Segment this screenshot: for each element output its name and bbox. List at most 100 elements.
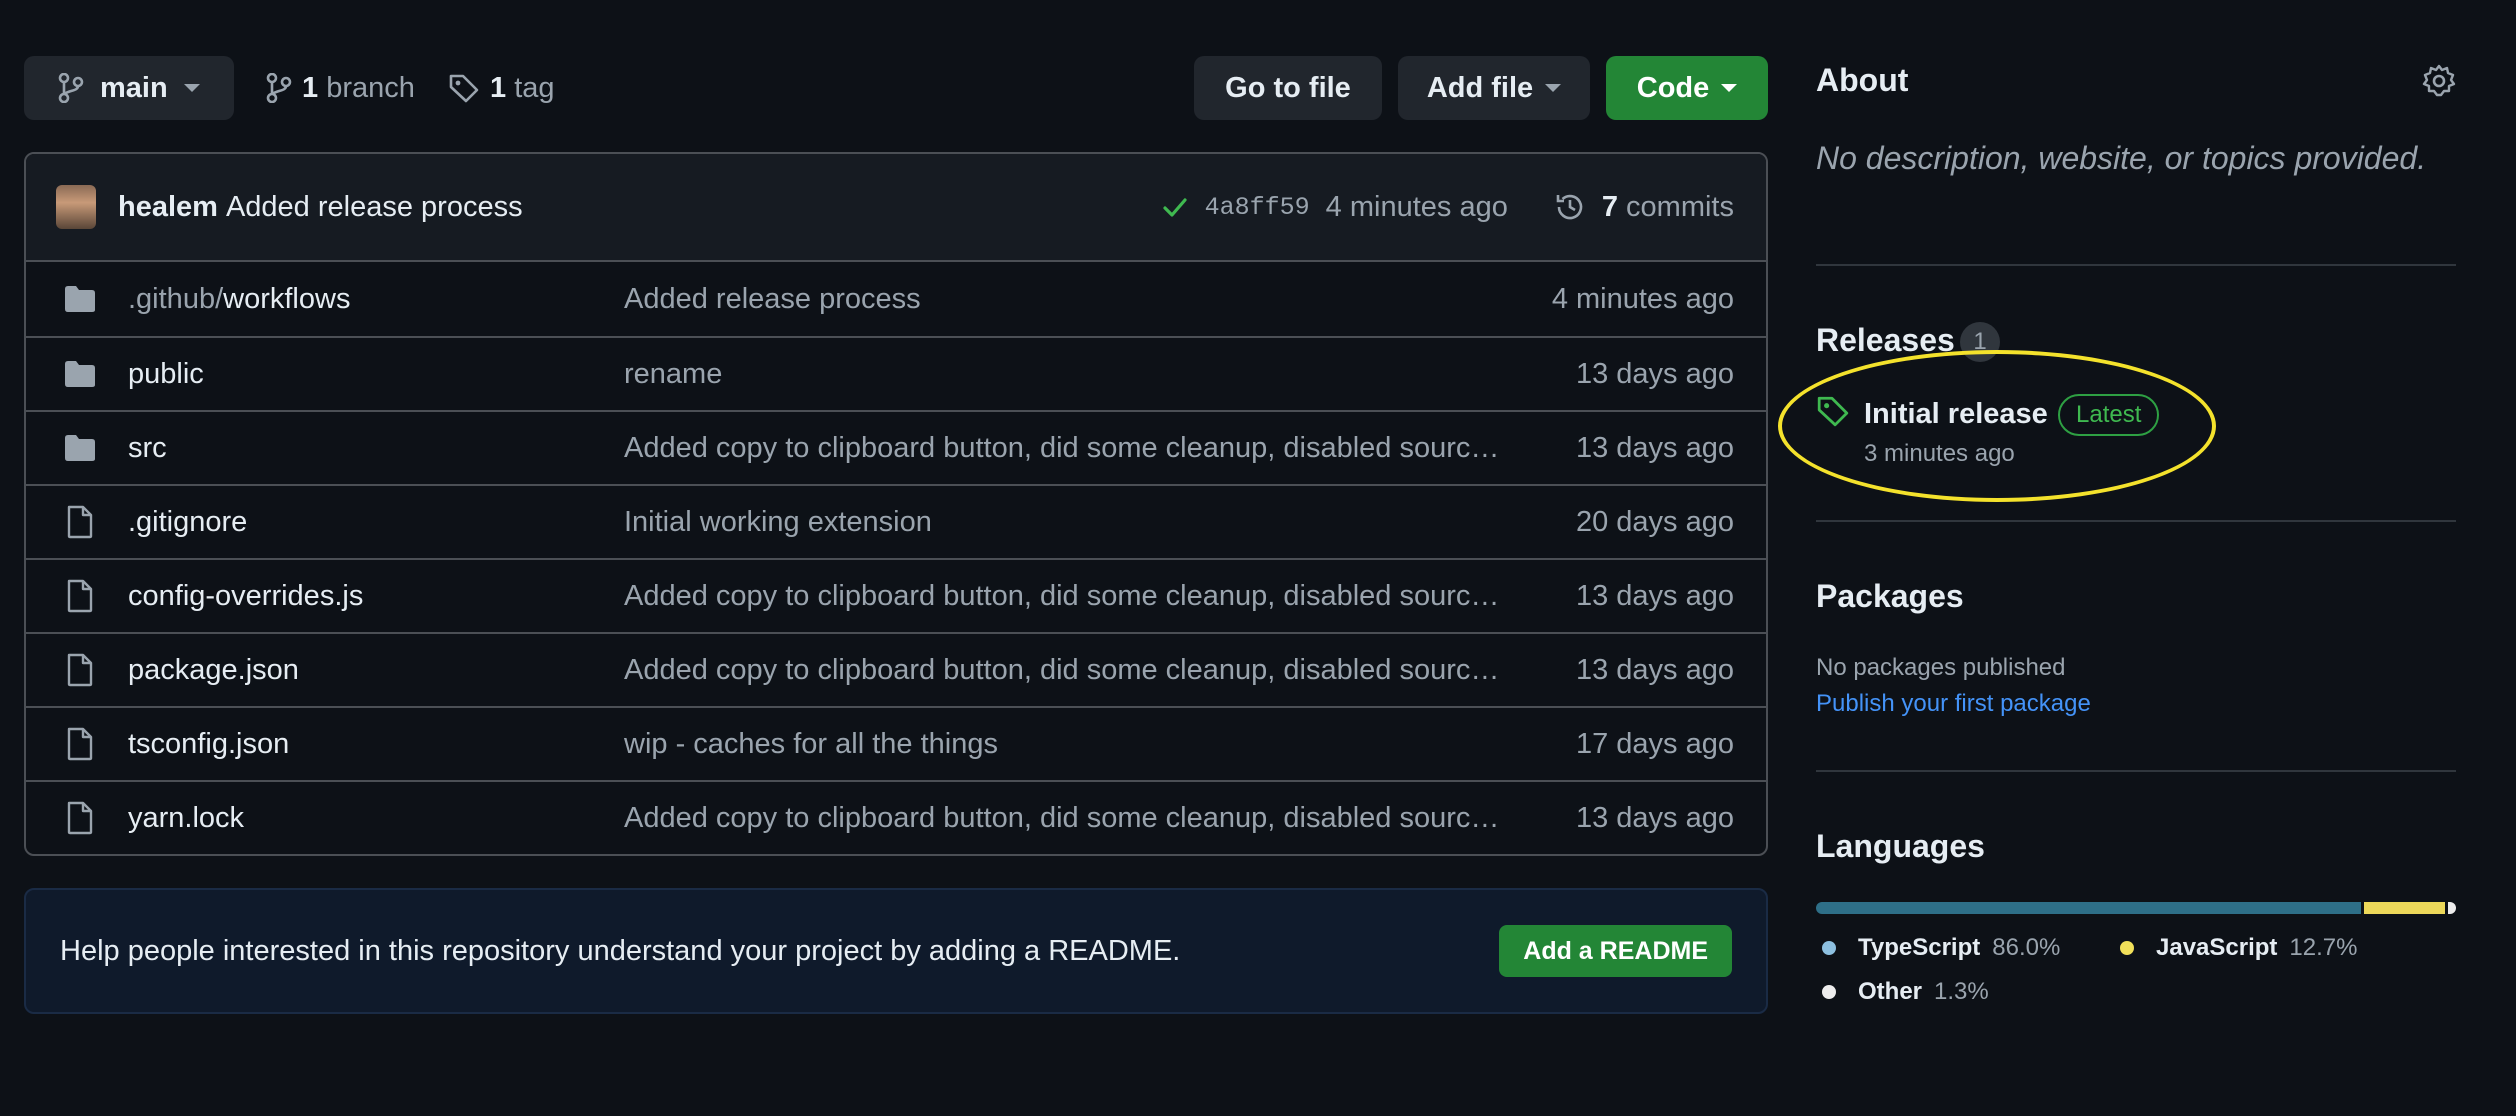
divider [1816, 264, 2456, 266]
packages-heading[interactable]: Packages [1816, 578, 1964, 615]
tag-icon [448, 72, 480, 104]
go-to-file-label: Go to file [1225, 71, 1351, 104]
git-branch-icon [266, 73, 292, 103]
commits-label: commits [1626, 190, 1734, 223]
file-name-prefix: .github/ [128, 282, 224, 315]
file-row[interactable]: .github/workflows Added release process 4 … [26, 262, 1766, 336]
file-commit-message[interactable]: Added copy to clipboard button, did some… [624, 654, 1504, 687]
language-percent: 12.7% [2289, 934, 2358, 961]
file-commit-age: 13 days ago [1575, 653, 1734, 686]
gear-icon[interactable] [2422, 64, 2456, 98]
about-description: No description, website, or topics provi… [1816, 140, 2427, 176]
file-name[interactable]: tsconfig.json [128, 728, 624, 761]
add-file-label: Add file [1426, 71, 1534, 104]
file-icon [60, 724, 100, 764]
branch-name: main [100, 71, 168, 104]
add-file-button[interactable]: Add file [1398, 56, 1590, 120]
file-commit-age: 20 days ago [1575, 505, 1734, 538]
language-name: Other [1858, 978, 1923, 1005]
commits-link[interactable]: 7 commits [1602, 191, 1734, 224]
language-name: JavaScript [2156, 934, 2278, 961]
add-readme-button[interactable]: Add a README [1499, 925, 1732, 977]
commit-sha[interactable]: 4a8ff59 [1205, 193, 1310, 222]
file-name[interactable]: .gitignore [128, 506, 624, 539]
file-row[interactable]: .gitignore Initial working extension 20 da… [26, 484, 1766, 558]
language-bar-segment [2364, 902, 2445, 914]
file-name-text: tsconfig.json [128, 727, 290, 760]
file-commit-age: 13 days ago [1575, 357, 1734, 390]
file-commit-age: 4 minutes ago [1551, 282, 1734, 315]
readme-banner-text: Help people interested in this repositor… [60, 934, 1181, 967]
file-icon [60, 576, 100, 616]
divider [1816, 520, 2456, 522]
commit-time: 4 minutes ago [1325, 190, 1508, 223]
file-commit-message[interactable]: Initial working extension [624, 506, 1504, 539]
language-typescript[interactable]: TypeScript 86.0% [1822, 934, 2060, 962]
file-name-text: yarn.lock [128, 801, 245, 834]
file-row[interactable]: src Added copy to clipboard button, did s… [26, 410, 1766, 484]
typescript-dot [1822, 941, 1836, 955]
branches-link[interactable]: 1 branch [266, 66, 415, 110]
file-name[interactable]: yarn.lock [128, 802, 624, 835]
file-name[interactable]: config-overrides.js [128, 580, 624, 613]
file-commit-age: 13 days ago [1575, 801, 1734, 834]
commit-message[interactable]: Added release process [226, 191, 523, 224]
avatar[interactable] [56, 185, 96, 229]
branches-count: 1 [302, 71, 319, 104]
language-bar [1816, 902, 2456, 914]
tags-link[interactable]: 1 tag [448, 66, 555, 110]
file-commit-message[interactable]: Added release process [624, 283, 1504, 316]
folder-icon [60, 428, 100, 468]
language-bar-segment [2447, 902, 2456, 914]
language-percent: 86.0% [1992, 934, 2061, 961]
file-name-text: package.json [128, 653, 299, 686]
file-icon [60, 502, 100, 542]
file-commit-age: 13 days ago [1575, 431, 1734, 464]
divider [1816, 770, 2456, 772]
file-icon [60, 650, 100, 690]
language-other[interactable]: Other 1.3% [1822, 978, 1989, 1006]
file-row[interactable]: yarn.lock Added copy to clipboard button,… [26, 780, 1766, 854]
file-icon [60, 798, 100, 838]
about-heading: About [1816, 62, 1909, 98]
highlight-ellipse [1778, 350, 2216, 502]
file-row[interactable]: tsconfig.json wip - caches for all the th… [26, 706, 1766, 780]
file-commit-age: 17 days ago [1575, 727, 1734, 760]
tags-label: tag [514, 71, 555, 104]
commits-count: 7 [1601, 190, 1618, 223]
file-commit-message[interactable]: Added copy to clipboard button, did some… [624, 432, 1504, 465]
file-row[interactable]: config-overrides.js Added copy to clipboa… [26, 558, 1766, 632]
language-percent: 1.3% [1934, 978, 1989, 1005]
branch-select-button[interactable]: main [24, 56, 234, 120]
file-name-text: public [128, 357, 204, 390]
languages-heading: Languages [1816, 828, 1985, 864]
javascript-dot [2120, 941, 2134, 955]
file-name[interactable]: src [128, 432, 624, 465]
check-icon[interactable] [1161, 193, 1189, 221]
folder-icon [60, 354, 100, 394]
file-name-text: .gitignore [128, 505, 248, 538]
file-row[interactable]: public rename 13 days ago [26, 336, 1766, 410]
tags-count: 1 [490, 71, 507, 104]
publish-package-link[interactable]: Publish your first package [1816, 690, 2091, 718]
file-name[interactable]: package.json [128, 654, 624, 687]
file-commit-message[interactable]: Added copy to clipboard button, did some… [624, 580, 1504, 613]
chevron-down-icon [183, 84, 200, 92]
history-icon [1554, 191, 1586, 223]
language-javascript[interactable]: JavaScript 12.7% [2120, 934, 2357, 962]
folder-icon [60, 279, 100, 319]
file-commit-message[interactable]: Added copy to clipboard button, did some… [624, 802, 1504, 835]
commit-author[interactable]: healem [118, 191, 218, 224]
chevron-down-icon [1545, 84, 1562, 92]
file-row[interactable]: package.json Added copy to clipboard butt… [26, 632, 1766, 706]
code-label: Code [1636, 71, 1710, 104]
file-name[interactable]: .github/workflows [128, 283, 624, 316]
file-name-text: workflows [223, 282, 351, 315]
file-commit-message[interactable]: rename [624, 358, 1504, 391]
file-commit-message[interactable]: wip - caches for all the things [624, 728, 1504, 761]
file-name[interactable]: public [128, 358, 624, 391]
other-dot [1822, 985, 1836, 999]
go-to-file-button[interactable]: Go to file [1194, 56, 1382, 120]
code-button[interactable]: Code [1606, 56, 1768, 120]
file-list: .github/workflows Added release process 4 … [26, 262, 1766, 854]
